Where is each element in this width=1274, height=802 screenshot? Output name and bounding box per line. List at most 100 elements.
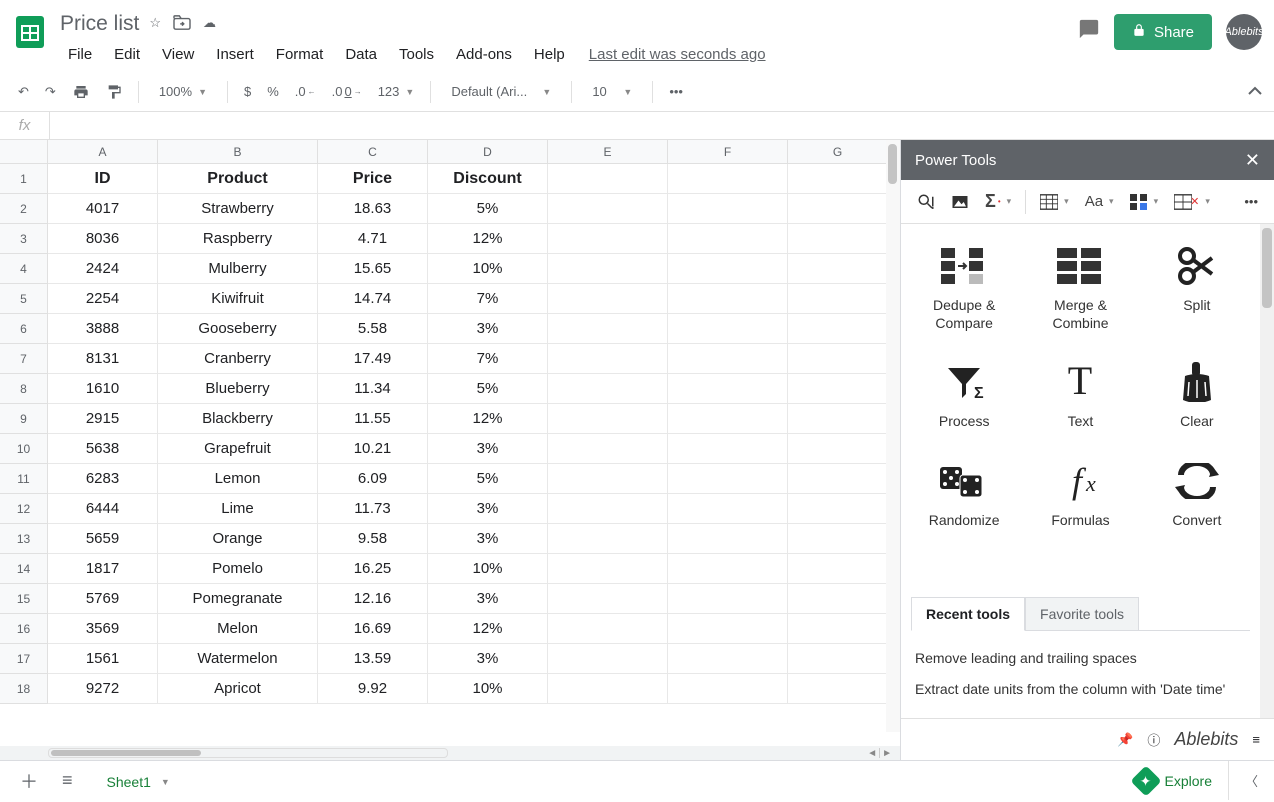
- cell[interactable]: 8036: [48, 224, 158, 254]
- menu-file[interactable]: File: [60, 44, 100, 65]
- cell[interactable]: 15.65: [318, 254, 428, 284]
- cell[interactable]: [788, 644, 888, 674]
- cell[interactable]: 10.21: [318, 434, 428, 464]
- cell[interactable]: Apricot: [158, 674, 318, 704]
- comments-icon[interactable]: [1078, 18, 1100, 46]
- cell[interactable]: [788, 494, 888, 524]
- formula-input[interactable]: [50, 112, 1274, 139]
- tool-process[interactable]: ΣProcess: [911, 356, 1017, 434]
- tool-clear[interactable]: Clear: [1144, 356, 1250, 434]
- cell[interactable]: [668, 614, 788, 644]
- cell[interactable]: [788, 434, 888, 464]
- cell[interactable]: 7%: [428, 344, 548, 374]
- horizontal-scrollbar[interactable]: [48, 748, 448, 758]
- row-header[interactable]: 13: [0, 524, 48, 554]
- cell[interactable]: [548, 224, 668, 254]
- paint-format-button[interactable]: [100, 79, 128, 105]
- cell[interactable]: 3%: [428, 494, 548, 524]
- share-button[interactable]: Share: [1114, 14, 1212, 50]
- toolbar-collapse-button[interactable]: [1248, 84, 1262, 99]
- cell[interactable]: 5638: [48, 434, 158, 464]
- cell[interactable]: 3%: [428, 314, 548, 344]
- scroll-right-button[interactable]: ►: [882, 748, 892, 759]
- cell[interactable]: Lemon: [158, 464, 318, 494]
- row-header[interactable]: 1: [0, 164, 48, 194]
- tab-recent-tools[interactable]: Recent tools: [911, 597, 1025, 631]
- smart-toolbar-table-icon[interactable]: ▾: [1034, 190, 1075, 214]
- vertical-scrollbar[interactable]: [886, 140, 900, 732]
- info-icon[interactable]: ⓘ: [1147, 730, 1160, 749]
- cell[interactable]: Strawberry: [158, 194, 318, 224]
- cell[interactable]: [668, 404, 788, 434]
- cell[interactable]: Pomelo: [158, 554, 318, 584]
- cell[interactable]: 5%: [428, 194, 548, 224]
- cell[interactable]: 3569: [48, 614, 158, 644]
- tool-randomize[interactable]: Randomize: [911, 455, 1017, 533]
- smart-toolbar-more-icon[interactable]: •••: [1238, 190, 1264, 213]
- cell[interactable]: 3888: [48, 314, 158, 344]
- document-title[interactable]: Price list: [60, 12, 139, 36]
- cell[interactable]: [548, 254, 668, 284]
- row-header[interactable]: 12: [0, 494, 48, 524]
- cell[interactable]: 10%: [428, 554, 548, 584]
- cell[interactable]: [548, 164, 668, 194]
- smart-toolbar-sigma-icon[interactable]: Σ•▾: [979, 187, 1017, 216]
- cell[interactable]: 6444: [48, 494, 158, 524]
- cell[interactable]: [668, 674, 788, 704]
- cell[interactable]: [668, 494, 788, 524]
- zoom-select[interactable]: 100%▼: [149, 80, 217, 103]
- row-header[interactable]: 5: [0, 284, 48, 314]
- cell[interactable]: 11.55: [318, 404, 428, 434]
- cell[interactable]: Melon: [158, 614, 318, 644]
- move-icon[interactable]: [173, 15, 191, 34]
- sidebar-menu-icon[interactable]: ≡: [1252, 732, 1260, 747]
- menu-format[interactable]: Format: [268, 44, 332, 65]
- sheets-logo[interactable]: [12, 8, 48, 56]
- cloud-status-icon[interactable]: ☁: [203, 15, 216, 34]
- menu-data[interactable]: Data: [337, 44, 385, 65]
- cell[interactable]: 11.73: [318, 494, 428, 524]
- cell[interactable]: [668, 344, 788, 374]
- smart-toolbar-delete-table-icon[interactable]: ✕▾: [1168, 190, 1216, 214]
- cell[interactable]: 1817: [48, 554, 158, 584]
- cell[interactable]: [668, 314, 788, 344]
- cell[interactable]: [548, 614, 668, 644]
- cell[interactable]: [788, 284, 888, 314]
- cell[interactable]: 5%: [428, 374, 548, 404]
- cell[interactable]: [788, 344, 888, 374]
- row-header[interactable]: 6: [0, 314, 48, 344]
- sidebar-scrollbar[interactable]: [1260, 224, 1274, 718]
- cell[interactable]: Lime: [158, 494, 318, 524]
- sheet-tab[interactable]: Sheet1 ▼: [89, 762, 188, 800]
- cell[interactable]: [668, 254, 788, 284]
- cell[interactable]: [548, 494, 668, 524]
- cell[interactable]: Mulberry: [158, 254, 318, 284]
- cell[interactable]: 3%: [428, 524, 548, 554]
- account-avatar[interactable]: Ablebits: [1226, 14, 1262, 50]
- cell[interactable]: 3%: [428, 434, 548, 464]
- cell[interactable]: 3%: [428, 584, 548, 614]
- row-header[interactable]: 3: [0, 224, 48, 254]
- cell[interactable]: Grapefruit: [158, 434, 318, 464]
- cell[interactable]: Discount: [428, 164, 548, 194]
- cell[interactable]: [668, 194, 788, 224]
- cell[interactable]: 11.34: [318, 374, 428, 404]
- recent-item[interactable]: Extract date units from the column with …: [915, 674, 1246, 706]
- smart-toolbar-lookup-icon[interactable]: [911, 189, 941, 215]
- row-header[interactable]: 14: [0, 554, 48, 584]
- cell[interactable]: 4017: [48, 194, 158, 224]
- redo-button[interactable]: ↷: [39, 80, 62, 104]
- cell[interactable]: 6.09: [318, 464, 428, 494]
- currency-button[interactable]: $: [238, 80, 257, 103]
- cell[interactable]: 12%: [428, 614, 548, 644]
- row-header[interactable]: 18: [0, 674, 48, 704]
- more-toolbar-button[interactable]: •••: [663, 80, 689, 103]
- cell[interactable]: 3%: [428, 644, 548, 674]
- cell[interactable]: 9272: [48, 674, 158, 704]
- select-all-corner[interactable]: [0, 140, 48, 164]
- cell[interactable]: 7%: [428, 284, 548, 314]
- menu-addons[interactable]: Add-ons: [448, 44, 520, 65]
- cell[interactable]: [668, 434, 788, 464]
- smart-toolbar-image-icon[interactable]: [945, 189, 975, 215]
- col-header-g[interactable]: G: [788, 140, 888, 164]
